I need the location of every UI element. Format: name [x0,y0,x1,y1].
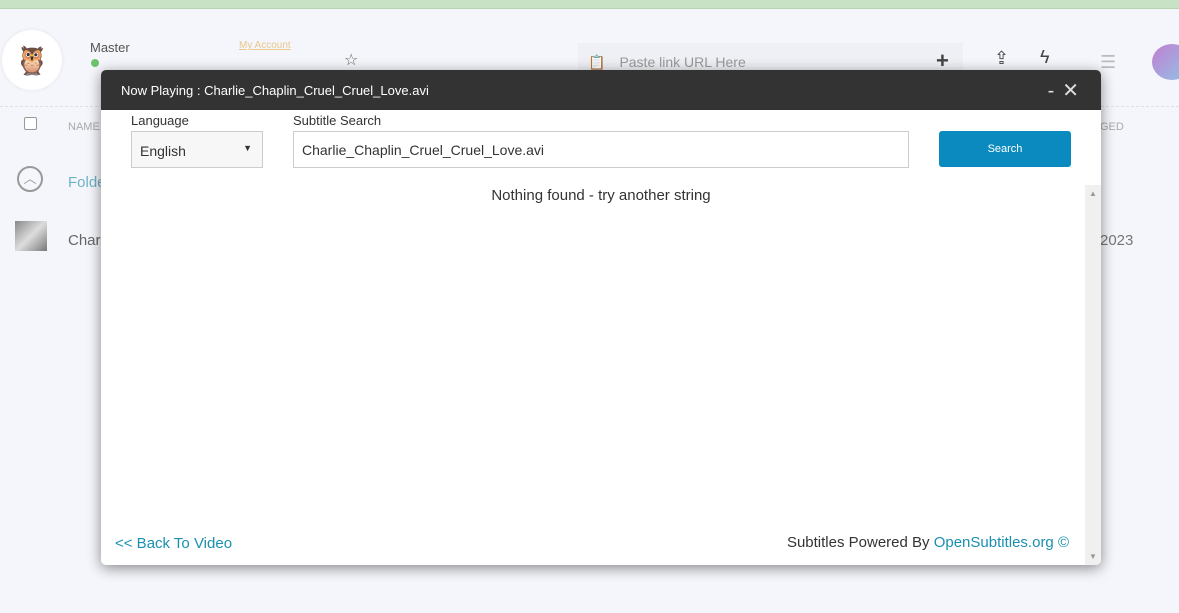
powered-by: Subtitles Powered By OpenSubtitles.org © [787,534,1069,551]
top-bar [0,0,1179,9]
subtitle-search-label: Subtitle Search [293,113,382,128]
language-label: Language [131,113,189,128]
file-thumbnail [15,221,47,251]
avatar[interactable]: 🦉 [2,30,62,90]
subtitle-search-input[interactable] [293,131,909,168]
scroll-down-icon[interactable]: ▼ [1089,552,1097,561]
paste-icon: 📋 [588,53,606,70]
scroll-up-icon[interactable]: ▲ [1089,189,1097,198]
url-placeholder: Paste link URL Here [619,54,746,70]
opensubtitles-link[interactable]: OpenSubtitles.org © [934,534,1069,551]
close-button[interactable]: ✕ [1062,80,1079,102]
menu-icon[interactable]: ☰ [1100,52,1116,73]
result-message: Nothing found - try another string [491,187,711,204]
file-date: 2023 [1100,232,1134,249]
search-button[interactable]: Search [939,131,1071,167]
chevron-up-icon[interactable]: ︿ [17,166,43,192]
modal-header: Now Playing : Charlie_Chaplin_Cruel_Crue… [101,70,1101,110]
logo [1152,44,1179,80]
language-value: English [140,143,186,159]
bolt-icon[interactable]: ϟ [1040,47,1050,68]
my-account-link[interactable]: My Account [239,40,291,51]
column-name[interactable]: NAME [68,121,100,133]
star-icon[interactable]: ☆ [344,50,358,70]
scrollbar[interactable]: ▲ ▼ [1085,185,1101,565]
language-select[interactable]: English ▼ [131,131,263,168]
user-name: Master [90,40,130,55]
minimize-button[interactable]: - [1048,80,1055,102]
column-changed[interactable]: GED [1100,121,1124,133]
modal-title: Now Playing : Charlie_Chaplin_Cruel_Crue… [121,82,429,98]
back-to-video-link[interactable]: << Back To Video [115,535,232,552]
caret-down-icon: ▼ [243,143,252,153]
select-all-checkbox[interactable] [24,117,37,130]
powered-by-text: Subtitles Powered By [786,534,930,551]
file-name[interactable]: Char [68,232,101,249]
folder-up-link[interactable]: Folde [68,174,106,191]
upload-icon[interactable]: ⇪ [994,48,1009,69]
subtitle-modal: Now Playing : Charlie_Chaplin_Cruel_Crue… [101,70,1101,565]
online-status-dot [91,59,99,67]
